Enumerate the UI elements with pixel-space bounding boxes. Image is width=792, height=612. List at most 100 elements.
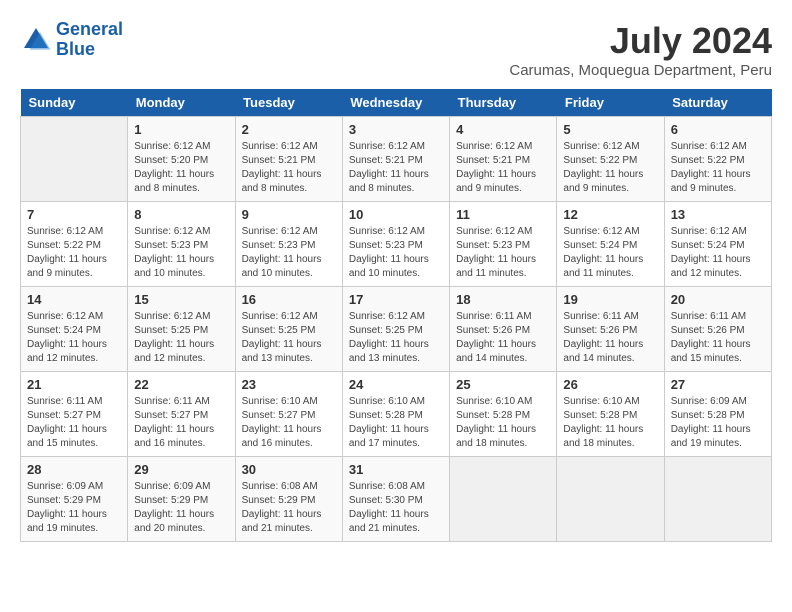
day-info: Sunrise: 6:11 AM Sunset: 5:26 PM Dayligh…: [563, 310, 657, 366]
day-number: 23: [242, 377, 336, 392]
calendar-cell: 13 Sunrise: 6:12 AM Sunset: 5:24 PM Dayli…: [664, 202, 771, 287]
weekday-row: SundayMondayTuesdayWednesdayThursdayFrid…: [21, 89, 772, 117]
day-number: 5: [563, 122, 657, 137]
day-info: Sunrise: 6:12 AM Sunset: 5:20 PM Dayligh…: [134, 140, 228, 196]
calendar-body: 1 Sunrise: 6:12 AM Sunset: 5:20 PM Daylig…: [21, 117, 772, 542]
calendar-cell: 31Sunrise: 6:08 AM Sunset: 5:30 PM Dayli…: [342, 457, 449, 542]
day-number: 11: [456, 207, 550, 222]
calendar-table: SundayMondayTuesdayWednesdayThursdayFrid…: [20, 89, 772, 542]
day-number: 2: [242, 122, 336, 137]
calendar-cell: [450, 457, 557, 542]
logo-blue: Blue: [56, 40, 123, 60]
calendar-cell: 22 Sunrise: 6:11 AM Sunset: 5:27 PM Dayli…: [128, 372, 235, 457]
location-subtitle: Carumas, Moquegua Department, Peru: [509, 62, 772, 79]
day-number: 10: [349, 207, 443, 222]
day-info: Sunrise: 6:12 AM Sunset: 5:21 PM Dayligh…: [242, 140, 336, 196]
calendar-cell: [557, 457, 664, 542]
day-info: Sunrise: 6:12 AM Sunset: 5:25 PM Dayligh…: [242, 310, 336, 366]
calendar-cell: 29 Sunrise: 6:09 AM Sunset: 5:29 PM Dayli…: [128, 457, 235, 542]
day-info: Sunrise: 6:10 AM Sunset: 5:28 PM Dayligh…: [349, 395, 443, 451]
calendar-cell: 21Sunrise: 6:11 AM Sunset: 5:27 PM Dayli…: [21, 372, 128, 457]
calendar-cell: 12Sunrise: 6:12 AM Sunset: 5:24 PM Dayli…: [557, 202, 664, 287]
calendar-cell: 30 Sunrise: 6:08 AM Sunset: 5:29 PM Dayli…: [235, 457, 342, 542]
calendar-cell: 26 Sunrise: 6:10 AM Sunset: 5:28 PM Dayli…: [557, 372, 664, 457]
day-info: Sunrise: 6:12 AM Sunset: 5:23 PM Dayligh…: [349, 225, 443, 281]
day-number: 6: [671, 122, 765, 137]
calendar-week-2: 7 Sunrise: 6:12 AM Sunset: 5:22 PM Daylig…: [21, 202, 772, 287]
day-number: 25: [456, 377, 550, 392]
calendar-cell: 17Sunrise: 6:12 AM Sunset: 5:25 PM Dayli…: [342, 287, 449, 372]
day-number: 26: [563, 377, 657, 392]
day-info: Sunrise: 6:12 AM Sunset: 5:25 PM Dayligh…: [349, 310, 443, 366]
calendar-cell: 2 Sunrise: 6:12 AM Sunset: 5:21 PM Daylig…: [235, 117, 342, 202]
logo: General Blue: [20, 20, 123, 60]
day-info: Sunrise: 6:12 AM Sunset: 5:23 PM Dayligh…: [242, 225, 336, 281]
day-number: 9: [242, 207, 336, 222]
day-info: Sunrise: 6:10 AM Sunset: 5:28 PM Dayligh…: [456, 395, 550, 451]
day-info: Sunrise: 6:09 AM Sunset: 5:28 PM Dayligh…: [671, 395, 765, 451]
day-number: 29: [134, 462, 228, 477]
calendar-cell: [664, 457, 771, 542]
day-info: Sunrise: 6:12 AM Sunset: 5:24 PM Dayligh…: [27, 310, 121, 366]
day-info: Sunrise: 6:12 AM Sunset: 5:22 PM Dayligh…: [27, 225, 121, 281]
calendar-cell: [21, 117, 128, 202]
day-info: Sunrise: 6:12 AM Sunset: 5:22 PM Dayligh…: [671, 140, 765, 196]
day-info: Sunrise: 6:12 AM Sunset: 5:23 PM Dayligh…: [456, 225, 550, 281]
day-number: 30: [242, 462, 336, 477]
calendar-week-1: 1 Sunrise: 6:12 AM Sunset: 5:20 PM Daylig…: [21, 117, 772, 202]
day-info: Sunrise: 6:12 AM Sunset: 5:25 PM Dayligh…: [134, 310, 228, 366]
day-info: Sunrise: 6:12 AM Sunset: 5:24 PM Dayligh…: [671, 225, 765, 281]
day-number: 13: [671, 207, 765, 222]
day-info: Sunrise: 6:11 AM Sunset: 5:26 PM Dayligh…: [456, 310, 550, 366]
day-number: 14: [27, 292, 121, 307]
day-info: Sunrise: 6:12 AM Sunset: 5:23 PM Dayligh…: [134, 225, 228, 281]
calendar-header: SundayMondayTuesdayWednesdayThursdayFrid…: [21, 89, 772, 117]
day-number: 20: [671, 292, 765, 307]
day-number: 28: [27, 462, 121, 477]
weekday-header-saturday: Saturday: [664, 89, 771, 117]
calendar-cell: 24 Sunrise: 6:10 AM Sunset: 5:28 PM Dayli…: [342, 372, 449, 457]
logo-text: General Blue: [56, 20, 123, 60]
day-number: 1: [134, 122, 228, 137]
day-number: 16: [242, 292, 336, 307]
day-number: 22: [134, 377, 228, 392]
weekday-header-thursday: Thursday: [450, 89, 557, 117]
weekday-header-tuesday: Tuesday: [235, 89, 342, 117]
day-info: Sunrise: 6:12 AM Sunset: 5:24 PM Dayligh…: [563, 225, 657, 281]
day-number: 31: [349, 462, 443, 477]
logo-general: General: [56, 19, 123, 39]
day-number: 19: [563, 292, 657, 307]
weekday-header-monday: Monday: [128, 89, 235, 117]
calendar-cell: 14 Sunrise: 6:12 AM Sunset: 5:24 PM Dayli…: [21, 287, 128, 372]
day-number: 4: [456, 122, 550, 137]
day-info: Sunrise: 6:09 AM Sunset: 5:29 PM Dayligh…: [134, 480, 228, 536]
day-number: 7: [27, 207, 121, 222]
day-info: Sunrise: 6:11 AM Sunset: 5:26 PM Dayligh…: [671, 310, 765, 366]
calendar-cell: 18 Sunrise: 6:11 AM Sunset: 5:26 PM Dayli…: [450, 287, 557, 372]
day-info: Sunrise: 6:10 AM Sunset: 5:27 PM Dayligh…: [242, 395, 336, 451]
weekday-header-friday: Friday: [557, 89, 664, 117]
calendar-cell: 16 Sunrise: 6:12 AM Sunset: 5:25 PM Dayli…: [235, 287, 342, 372]
calendar-cell: 6 Sunrise: 6:12 AM Sunset: 5:22 PM Daylig…: [664, 117, 771, 202]
day-number: 27: [671, 377, 765, 392]
weekday-header-wednesday: Wednesday: [342, 89, 449, 117]
day-info: Sunrise: 6:11 AM Sunset: 5:27 PM Dayligh…: [27, 395, 121, 451]
calendar-week-4: 21Sunrise: 6:11 AM Sunset: 5:27 PM Dayli…: [21, 372, 772, 457]
calendar-cell: 28 Sunrise: 6:09 AM Sunset: 5:29 PM Dayli…: [21, 457, 128, 542]
calendar-cell: 27 Sunrise: 6:09 AM Sunset: 5:28 PM Dayli…: [664, 372, 771, 457]
calendar-cell: 11 Sunrise: 6:12 AM Sunset: 5:23 PM Dayli…: [450, 202, 557, 287]
day-info: Sunrise: 6:08 AM Sunset: 5:29 PM Dayligh…: [242, 480, 336, 536]
logo-icon: [20, 24, 52, 56]
calendar-cell: 5 Sunrise: 6:12 AM Sunset: 5:22 PM Daylig…: [557, 117, 664, 202]
day-info: Sunrise: 6:11 AM Sunset: 5:27 PM Dayligh…: [134, 395, 228, 451]
day-number: 24: [349, 377, 443, 392]
day-number: 3: [349, 122, 443, 137]
calendar-cell: 19 Sunrise: 6:11 AM Sunset: 5:26 PM Dayli…: [557, 287, 664, 372]
day-info: Sunrise: 6:10 AM Sunset: 5:28 PM Dayligh…: [563, 395, 657, 451]
calendar-cell: 8Sunrise: 6:12 AM Sunset: 5:23 PM Daylig…: [128, 202, 235, 287]
day-info: Sunrise: 6:09 AM Sunset: 5:29 PM Dayligh…: [27, 480, 121, 536]
day-info: Sunrise: 6:12 AM Sunset: 5:22 PM Dayligh…: [563, 140, 657, 196]
day-number: 18: [456, 292, 550, 307]
day-info: Sunrise: 6:12 AM Sunset: 5:21 PM Dayligh…: [456, 140, 550, 196]
calendar-cell: 7 Sunrise: 6:12 AM Sunset: 5:22 PM Daylig…: [21, 202, 128, 287]
